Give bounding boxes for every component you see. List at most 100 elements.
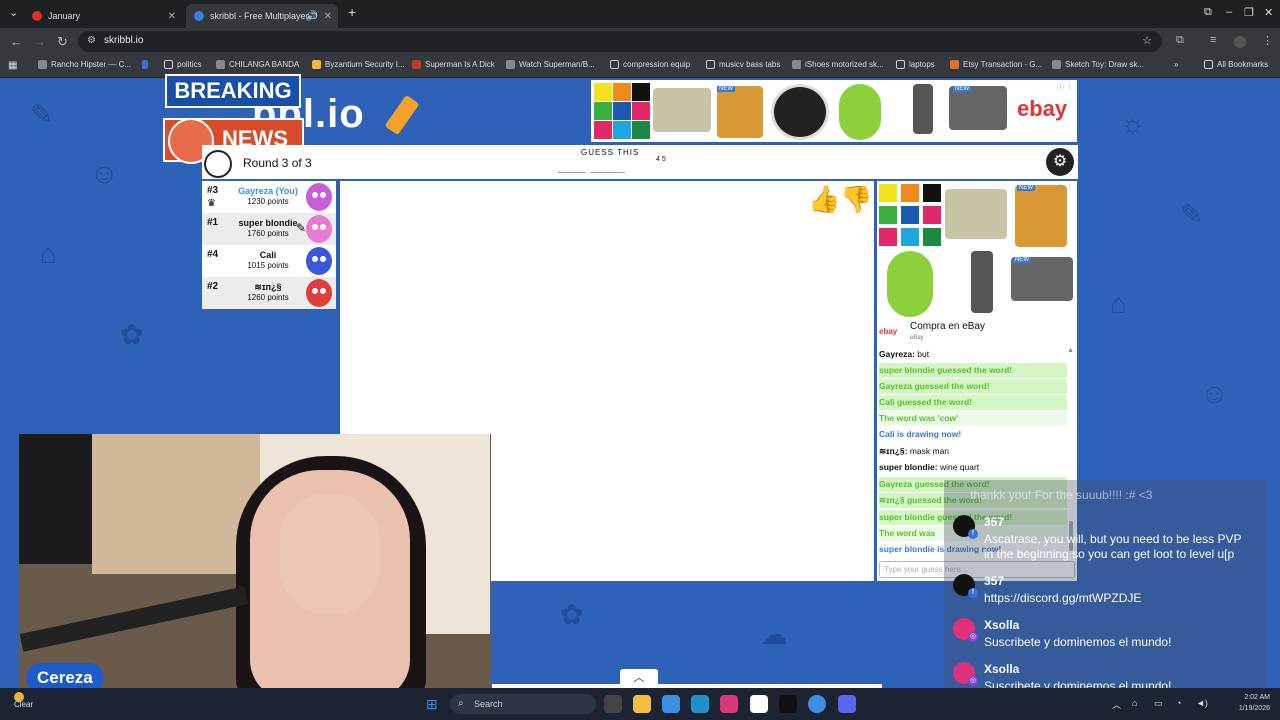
discord-icon[interactable] <box>838 695 856 713</box>
bookmark-item[interactable]: Watch Superman/B... <box>506 60 595 69</box>
battery-icon[interactable]: ▭ <box>1154 698 1163 709</box>
doodle-icon: ⌂ <box>40 238 57 269</box>
thumbs-down-icon[interactable]: 👎 <box>840 184 872 215</box>
copilot-icon[interactable] <box>662 695 680 713</box>
top-ad[interactable]: NEW NEW ebay ⓘ ⋮ <box>591 80 1077 142</box>
ad-info-icon[interactable]: ⓘ ⋮ <box>1057 183 1073 193</box>
bookmark-item[interactable]: Byzantium Security I... <box>312 60 405 69</box>
instagram-icon: ◎ <box>968 676 978 686</box>
breaking-banner: BREAKING <box>165 74 301 108</box>
wifi-icon[interactable]: ◔ <box>1176 698 1181 708</box>
ebay-icon: ebay <box>879 327 898 336</box>
instagram-icon[interactable] <box>720 695 738 713</box>
chevron-right-icon[interactable]: » <box>1174 60 1178 69</box>
facebook-icon: f <box>968 529 978 539</box>
new-badge: NEW <box>953 86 971 92</box>
bookmark-item[interactable]: iShoes motorized sk... <box>792 60 884 69</box>
player-row[interactable]: #3 ♛ Gayreza (You) 1230 points <box>202 181 336 213</box>
all-bookmarks[interactable]: All Bookmarks <box>1204 60 1268 69</box>
player-points: 1760 points <box>247 229 289 238</box>
bookmark-item[interactable]: politics <box>164 60 201 69</box>
ad-tile <box>879 228 897 246</box>
player-name: super blondie <box>238 218 298 228</box>
stream-chat-name: Xsolla <box>984 618 1020 632</box>
bookmark-item[interactable]: compression equip <box>610 60 690 69</box>
extensions-icon[interactable]: ⧉ <box>1176 34 1184 47</box>
star-icon[interactable]: ☆ <box>1142 34 1152 47</box>
ad-tile <box>901 184 919 202</box>
taskbar-time[interactable]: 2:02 AM <box>1226 694 1270 701</box>
player-row[interactable]: #1 super blondie 1760 points ✎ <box>202 213 336 245</box>
ad-tile <box>901 206 919 224</box>
bookmark-item[interactable]: musicv bass tabs <box>706 60 780 69</box>
chrome-icon[interactable] <box>808 695 826 713</box>
crown-icon: ♛ <box>207 198 216 209</box>
tab-january[interactable]: January ✕ <box>24 4 182 28</box>
apps-icon[interactable]: ▦ <box>8 60 17 71</box>
avatar <box>306 279 332 307</box>
ad-product-image <box>945 189 1007 239</box>
omnibox[interactable]: ⚙ skribbl.io ☆ <box>78 31 1162 52</box>
speaker-icon[interactable]: 🔊 <box>306 11 318 22</box>
tab-list-icon[interactable]: ⧉ <box>1204 6 1212 19</box>
ad-product-image <box>1015 185 1067 247</box>
bookmark-item[interactable]: CHILANGA BANDA <box>216 60 299 69</box>
weather-label[interactable]: Clear <box>14 700 33 709</box>
profile-avatar[interactable] <box>1234 36 1246 48</box>
thumbs-up-icon[interactable]: 👍 <box>808 184 840 215</box>
windows-start-icon[interactable]: ⊞ <box>426 697 440 711</box>
reload-icon[interactable]: ↻ <box>57 34 68 50</box>
task-view-icon[interactable] <box>604 695 622 713</box>
tab-search-icon[interactable]: ⌄ <box>9 6 18 19</box>
doodle-icon: ☼ <box>1120 108 1146 139</box>
player-points: 1230 points <box>247 197 289 206</box>
volume-icon[interactable]: ◄) <box>1196 698 1208 708</box>
player-row[interactable]: #4 Cali 1015 points <box>202 245 336 277</box>
bookmark-item[interactable]: laptops <box>896 60 935 69</box>
x-icon[interactable] <box>779 695 797 713</box>
stream-chat-message: in the beginning so you can get loot to … <box>984 547 1235 561</box>
folder-icon <box>896 60 905 69</box>
site-info-icon[interactable]: ⚙ <box>87 35 96 46</box>
restore-icon[interactable]: ❐ <box>1244 6 1254 19</box>
settings-gear-icon[interactable]: ⚙ <box>1046 148 1074 176</box>
superman-icon <box>412 60 421 69</box>
bookmark-item[interactable]: Superman Is A Dick <box>412 60 495 69</box>
close-window-icon[interactable]: ✕ <box>1264 6 1273 19</box>
amazon-icon[interactable] <box>750 695 768 713</box>
chat-scroll-up-icon[interactable]: ▲ <box>1067 347 1074 354</box>
forward-icon[interactable]: → <box>33 34 46 49</box>
ad-info-icon[interactable]: ⓘ ⋮ <box>1057 82 1073 92</box>
ad-tile <box>594 83 612 101</box>
menu-icon[interactable]: ⋮ <box>1262 34 1273 47</box>
close-tab-icon[interactable]: ✕ <box>168 11 176 22</box>
bookmark-item[interactable]: Sketch Toy: Draw sk... <box>1052 60 1144 69</box>
ebay-ad-title[interactable]: Compra en eBay <box>910 321 985 332</box>
chevron-up-icon[interactable]: ︿ <box>1112 698 1121 711</box>
player-row[interactable]: #2 ≋ɪᴨ¿§ 1260 points <box>202 277 336 309</box>
network-icon[interactable]: ⌂ <box>1132 698 1137 708</box>
bookmark-item[interactable]: Rancho Hipster — C... <box>38 60 131 69</box>
doodle-icon: ☺ <box>90 158 119 189</box>
bookmark-item[interactable]: Etsy Transaction - G... <box>950 60 1042 69</box>
chat-message: Gayreza: but <box>879 349 930 359</box>
tab-skribbl[interactable]: skribbl - Free Multiplayer D 🔊 ✕ <box>186 4 338 28</box>
player-list: #3 ♛ Gayreza (You) 1230 points #1 super … <box>202 181 336 309</box>
new-badge: NEW <box>717 86 735 92</box>
back-icon[interactable]: ← <box>10 34 23 49</box>
webcam-background <box>92 434 260 574</box>
minimize-icon[interactable]: – <box>1226 6 1232 18</box>
edge-icon[interactable] <box>691 695 709 713</box>
facebook-icon[interactable] <box>142 60 152 69</box>
media-icon[interactable]: ≡ <box>1210 34 1216 46</box>
taskbar-search[interactable] <box>450 694 596 714</box>
doodle-icon: ⌂ <box>1110 288 1127 319</box>
ad-tile <box>901 228 919 246</box>
url-text[interactable]: skribbl.io <box>104 35 143 46</box>
player-name: Gayreza (You) <box>238 186 298 196</box>
taskbar-date[interactable]: 1/19/2026 <box>1226 705 1270 712</box>
close-tab-icon[interactable]: ✕ <box>324 11 332 22</box>
new-tab-button[interactable]: + <box>348 4 356 20</box>
clock-icon <box>204 150 232 178</box>
file-explorer-icon[interactable] <box>633 695 651 713</box>
